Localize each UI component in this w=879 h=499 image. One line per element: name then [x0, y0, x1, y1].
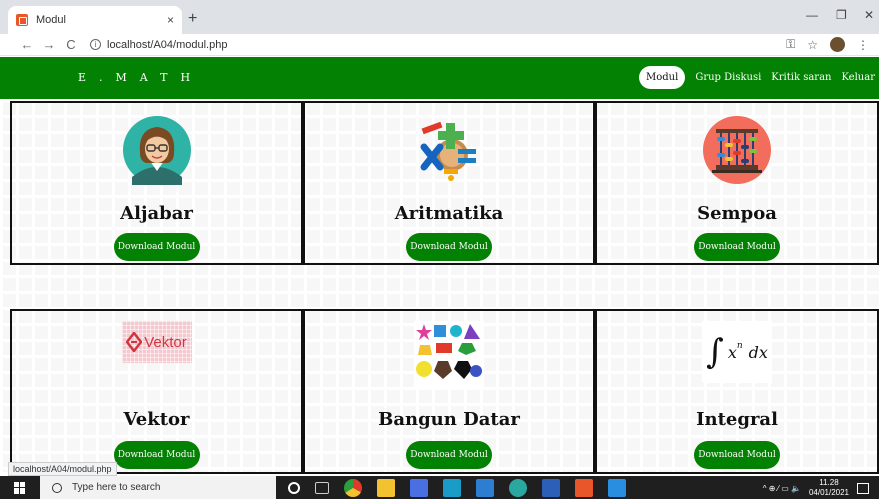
vektor-mark-icon [126, 332, 143, 352]
app-l-icon[interactable] [443, 478, 461, 497]
shapes-icon [414, 321, 484, 387]
xampp-favicon-icon [16, 14, 28, 26]
module-title: Bangun Datar [378, 409, 520, 430]
forward-icon[interactable]: → [38, 37, 60, 52]
download-modul-button-aljabar[interactable]: Download Modul [113, 233, 200, 261]
address-bar: ← → C i localhost/A04/modul.php ⚿ ☆ ⋮ [0, 34, 879, 56]
taskbar-search-placeholder: Type here to search [72, 482, 161, 493]
start-button[interactable] [0, 476, 40, 499]
maximize-icon[interactable]: ❐ [836, 8, 847, 22]
math-symbols-icon [420, 121, 476, 181]
formula-x: x [727, 342, 737, 362]
notification-icon[interactable] [857, 482, 869, 494]
clock-date: 04/01/2021 [808, 488, 849, 497]
nav-item-modul[interactable]: Modul [639, 66, 686, 89]
site-navbar: E.MATH Modul Grup Diskusi Kritik saran K… [0, 57, 879, 99]
download-modul-button-sempoa[interactable]: Download Modul [694, 233, 780, 261]
new-tab-icon[interactable]: + [188, 10, 197, 28]
taskbar-pinned-apps [288, 478, 626, 497]
windows-taskbar: Type here to search ^ ⊕ ⁄ ▭ 🔈 11.28 04/0… [0, 476, 879, 499]
module-grid: Aljabar Download Modul Aritmatika Downlo… [0, 99, 879, 474]
browser-tab-strip: Modul × + — ❐ ✕ [0, 0, 879, 34]
module-title: Integral [696, 409, 778, 430]
profile-avatar[interactable] [830, 37, 845, 52]
formula-exponent: n [736, 341, 743, 351]
taskbar-search-box[interactable]: Type here to search [40, 476, 276, 499]
teacher-avatar-icon [122, 116, 191, 185]
tray-icons[interactable]: ^ ⊕ ⁄ ▭ 🔈 [763, 484, 801, 493]
window-close-icon[interactable]: ✕ [864, 8, 874, 22]
module-card-aljabar: Aljabar Download Modul [10, 101, 303, 265]
module-title: Vektor [123, 409, 190, 430]
key-icon[interactable]: ⚿ [786, 37, 795, 52]
windows-logo-icon [14, 481, 26, 494]
module-card-integral: ∫ x n dx Integral Download Modul [595, 309, 879, 474]
file-explorer-icon[interactable] [377, 478, 395, 497]
download-modul-button-bangun-datar[interactable]: Download Modul [406, 441, 492, 469]
chrome-icon[interactable] [344, 478, 362, 497]
abacus-icon [703, 116, 771, 184]
module-card-sempoa: Sempoa Download Modul [595, 101, 879, 265]
word-icon[interactable] [542, 478, 560, 497]
module-card-bangun-datar: Bangun Datar Download Modul [303, 309, 595, 474]
module-title: Aljabar [120, 203, 193, 224]
vektor-logo-icon: Vektor [121, 321, 192, 363]
module-card-vektor: Vektor Vektor Download Modul [10, 309, 303, 474]
download-modul-button-aritmatika[interactable]: Download Modul [406, 233, 492, 261]
minimize-icon[interactable]: — [806, 8, 818, 22]
address-bar-actions: ⚿ ☆ ⋮ [786, 37, 869, 52]
module-card-aritmatika: Aritmatika Download Modul [303, 101, 595, 265]
taskbar-clock[interactable]: 11.28 04/01/2021 [809, 478, 849, 498]
url-field[interactable]: localhost/A04/modul.php [107, 39, 227, 51]
system-tray: ^ ⊕ ⁄ ▭ 🔈 11.28 04/01/2021 [763, 478, 869, 498]
link-status-bubble: localhost/A04/modul.php [8, 462, 117, 476]
xampp-icon[interactable] [575, 478, 593, 497]
download-modul-button-vektor[interactable]: Download Modul [113, 441, 200, 469]
task-view-icon[interactable] [315, 481, 329, 494]
browser-tab[interactable]: Modul × [8, 6, 182, 34]
search-icon [52, 482, 62, 493]
download-modul-button-integral[interactable]: Download Modul [694, 441, 780, 469]
nav-links: Modul Grup Diskusi Kritik saran Keluar [639, 66, 875, 89]
site-info-icon[interactable]: i [90, 39, 101, 50]
nav-item-kritik-saran[interactable]: Kritik saran [771, 72, 831, 83]
tab-title: Modul [36, 14, 66, 26]
reload-icon[interactable]: C [60, 37, 82, 52]
integral-sign-glyph: ∫ [706, 332, 724, 372]
mail-icon[interactable] [476, 478, 494, 497]
formula-dx: dx [748, 342, 768, 362]
edge-icon[interactable] [509, 478, 527, 497]
clock-time: 11.28 [819, 478, 839, 487]
back-icon[interactable]: ← [16, 37, 38, 52]
nav-item-grup-diskusi[interactable]: Grup Diskusi [695, 72, 761, 83]
tab-close-icon[interactable]: × [167, 13, 174, 27]
store-icon[interactable] [410, 478, 428, 497]
vscode-icon[interactable] [608, 478, 626, 497]
bookmark-star-icon[interactable]: ☆ [807, 38, 818, 52]
site-brand[interactable]: E.MATH [78, 71, 203, 84]
browser-menu-icon[interactable]: ⋮ [857, 38, 869, 52]
vektor-logo-text: Vektor [144, 333, 187, 351]
cortana-icon[interactable] [288, 481, 300, 494]
integral-icon: ∫ x n dx [702, 321, 772, 383]
module-title: Sempoa [697, 203, 777, 224]
module-title: Aritmatika [394, 203, 504, 224]
nav-item-keluar[interactable]: Keluar [841, 72, 875, 83]
